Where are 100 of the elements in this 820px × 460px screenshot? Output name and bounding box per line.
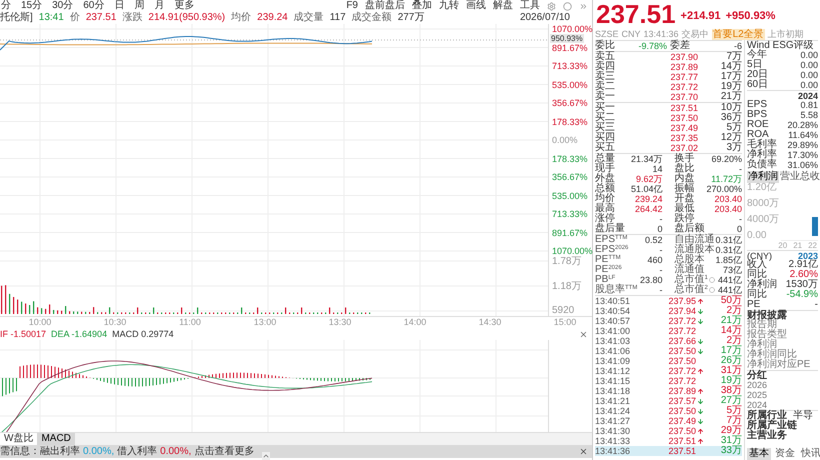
collapse-icon[interactable]: [262, 452, 270, 460]
section-title: 所属产业链: [747, 421, 797, 431]
toolbar-button[interactable]: F9: [346, 0, 358, 12]
stat-label: PB$^{LF}$: [595, 275, 616, 285]
trade-volume: 21万: [720, 316, 742, 326]
down-arrow-icon: [697, 308, 704, 314]
book-volume: 21万: [720, 92, 742, 102]
stat-label: 总额: [595, 184, 615, 194]
trade-time: 13:41:18: [595, 386, 632, 396]
row-label: 2024: [747, 400, 768, 410]
book-price: 237.50: [669, 113, 698, 123]
stat-value: 0.31亿: [715, 235, 742, 245]
book-value: -6: [732, 41, 742, 51]
panel-tab[interactable]: 资金: [773, 448, 797, 460]
circle-icon[interactable]: [563, 2, 572, 10]
row-label: 5日: [747, 60, 763, 70]
row-label: 60日: [747, 80, 768, 90]
axis-label: 178.33%: [552, 154, 589, 164]
book-volume: 3万: [725, 143, 742, 153]
row-label: 净利润对应PE: [747, 360, 810, 370]
trade-time: 13:41:03: [595, 336, 632, 346]
period-tab[interactable]: 30分: [52, 0, 74, 12]
toolbar-button[interactable]: 画线: [466, 0, 486, 12]
info-icon[interactable]: [708, 287, 715, 293]
info-icon[interactable]: [708, 277, 715, 283]
stat-label: 总市值$^{2}$: [674, 285, 708, 295]
up-arrow-icon: [697, 388, 704, 394]
down-arrow-icon: [697, 398, 704, 404]
status-text: 点击查看更多: [194, 445, 254, 458]
trade-volume: 26万: [720, 356, 742, 366]
toolbar-button[interactable]: 九转: [439, 0, 459, 12]
row-label: 2026: [747, 380, 768, 390]
section-title: 分红: [747, 370, 767, 380]
time-axis-label: 15:00: [552, 317, 578, 328]
stat-value: 239.24: [634, 194, 662, 204]
time-axis-label: 11:00: [178, 317, 202, 328]
up-arrow-icon: [697, 438, 704, 444]
down-arrow-icon: [697, 418, 704, 424]
stat-label: 内盘: [674, 174, 694, 184]
trade-price: 237.95: [668, 296, 696, 306]
price-change: +214.91: [680, 10, 721, 24]
trade-price: 237.50: [668, 346, 696, 356]
period-tab[interactable]: 15分: [21, 0, 42, 12]
axis-label: 21: [793, 241, 802, 250]
stat-label: 盘比: [674, 164, 694, 174]
period-tab[interactable]: 周: [134, 0, 144, 12]
period-tab[interactable]: 月: [154, 0, 164, 12]
trade-volume: 31万: [720, 366, 742, 376]
up-arrow-icon: [697, 428, 704, 434]
stat-label: 流通值: [674, 265, 704, 275]
stat-label: EPS$^{TTM}$: [595, 235, 628, 245]
book-price: 237.89: [669, 62, 698, 72]
row-value: -: [814, 300, 818, 310]
stat-label: 涨停: [595, 214, 615, 224]
trade-volume: 5万: [725, 406, 742, 416]
row-label: 毛利率: [747, 140, 777, 150]
quote-value: 277万: [398, 12, 424, 24]
book-volume: 5万: [726, 123, 742, 133]
period-tab[interactable]: 日: [114, 0, 124, 12]
trade-volume: 2万: [726, 336, 742, 346]
toolbar-button[interactable]: 解盘: [493, 0, 513, 12]
stat-label: 股息率$^{TTM}$: [595, 285, 638, 295]
chart-tab[interactable]: 营业总收: [779, 171, 820, 183]
toolbar-button[interactable]: 叠加: [412, 0, 432, 12]
close-icon[interactable]: [579, 447, 588, 456]
trade-time: 13:41:12: [595, 366, 632, 376]
stat-value: 23.80: [640, 275, 662, 285]
indicator-tab[interactable]: MACD: [37, 433, 75, 445]
settings-icon[interactable]: [547, 2, 556, 10]
book-volume: 36万: [720, 113, 742, 123]
period-tab[interactable]: 60分: [83, 0, 104, 12]
row-value: 17.30%: [787, 150, 818, 160]
toolbar-button[interactable]: 盘前盘后: [365, 0, 405, 12]
toolbar-button[interactable]: 工具: [520, 0, 540, 12]
book-volume: 19万: [720, 82, 742, 92]
trade-time: 13:41:24: [595, 406, 632, 416]
trade-volume: 50万: [720, 296, 742, 306]
trade-volume: 2万: [726, 306, 742, 316]
indicator-tab[interactable]: W盘比: [0, 433, 38, 445]
stat-value: -: [739, 164, 742, 174]
stat-value: 203.40: [714, 194, 742, 204]
close-icon[interactable]: [579, 330, 588, 338]
year-header: 2024: [798, 90, 818, 100]
period-tab[interactable]: 更多: [174, 0, 194, 12]
stat-value: 9.62万: [636, 174, 662, 184]
stat-value: 69.20%: [711, 154, 742, 164]
trade-price: 237.49: [668, 416, 696, 426]
book-volume: 17万: [720, 72, 742, 82]
stat-label: 最高: [595, 204, 615, 214]
indicator-value: DEA -1.64904: [51, 328, 108, 340]
book-volume: 14万: [720, 62, 742, 72]
chart-tab[interactable]: 净利润: [747, 171, 779, 183]
axis-label: 5920: [552, 306, 576, 316]
row-label: EPS: [747, 100, 768, 110]
panel-tab[interactable]: 基本: [747, 448, 771, 460]
expand-icon[interactable]: [579, 2, 588, 10]
trade-time: 13:40:57: [595, 316, 632, 326]
trade-time: 13:41:15: [595, 376, 632, 386]
period-tab[interactable]: 分: [1, 0, 11, 12]
trade-volume: 14万: [720, 326, 742, 336]
